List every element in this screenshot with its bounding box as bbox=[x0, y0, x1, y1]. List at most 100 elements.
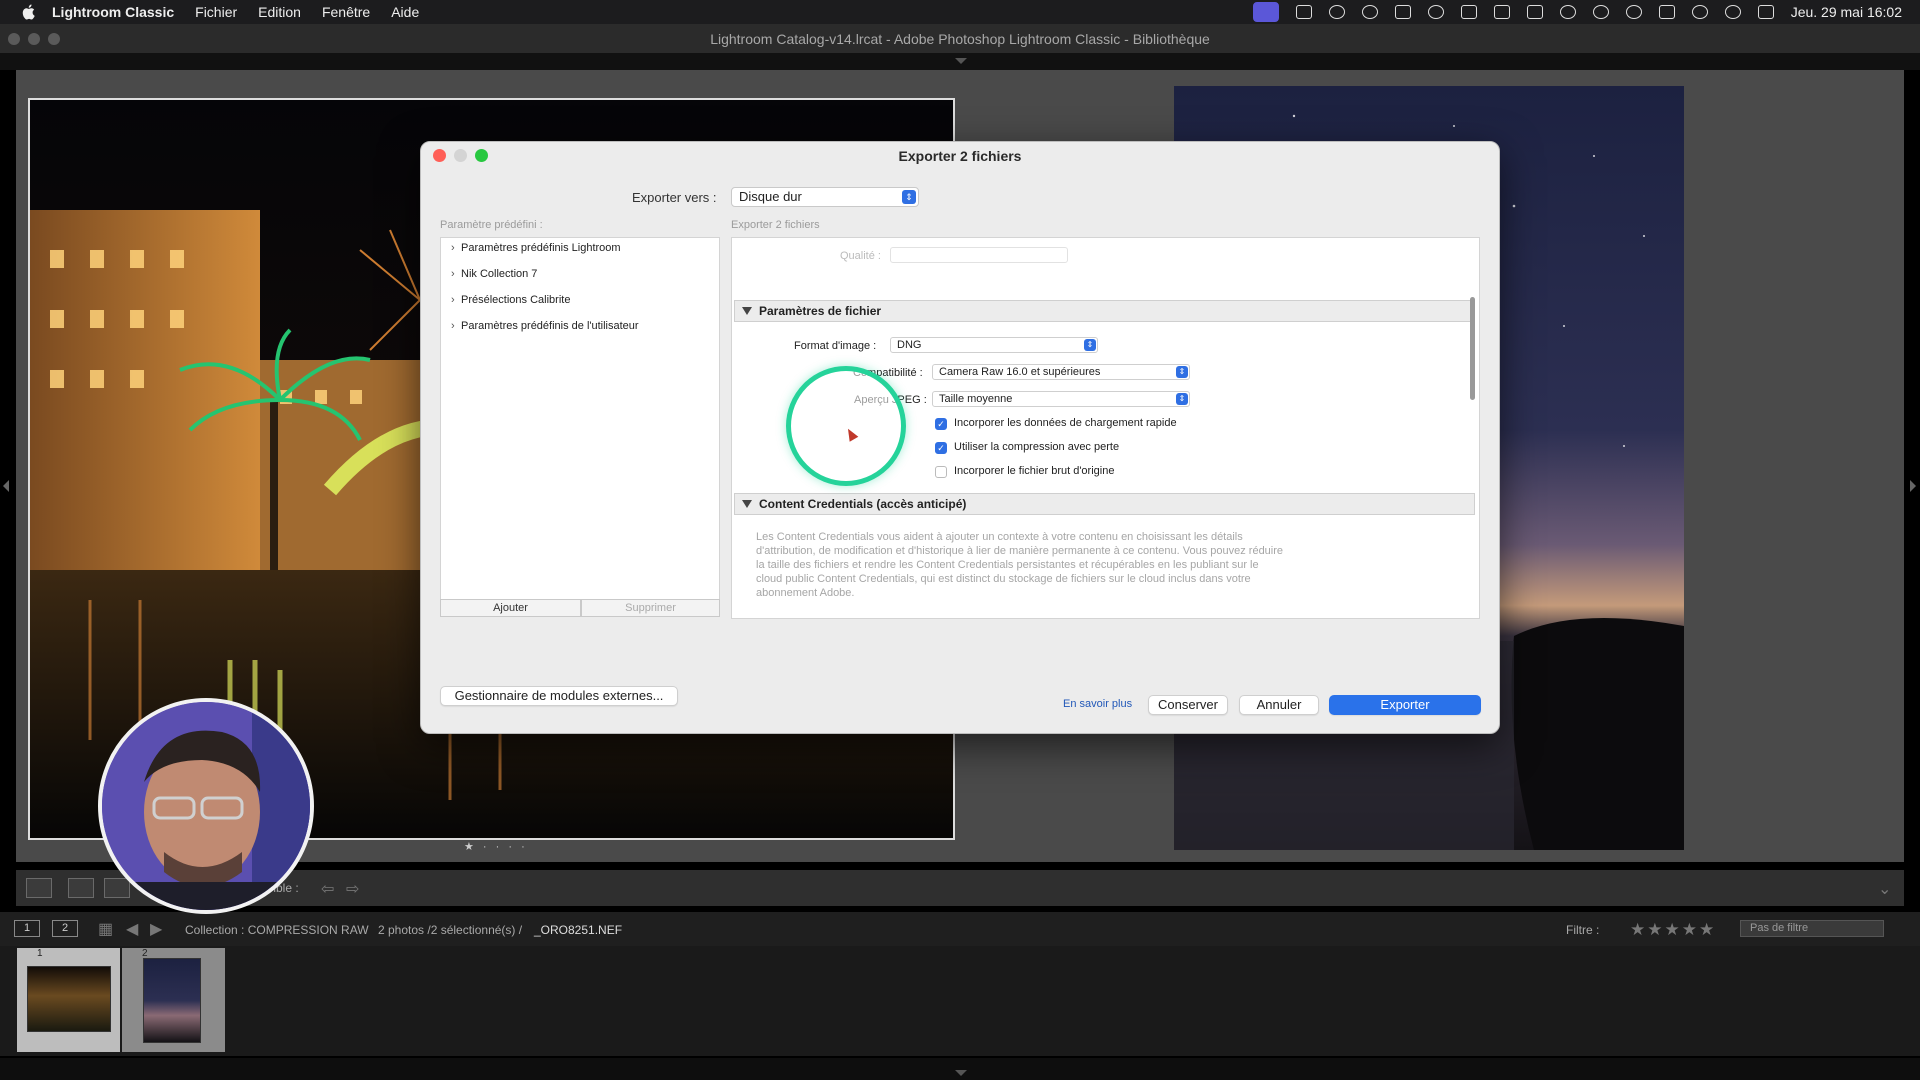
camera-icon[interactable] bbox=[1295, 5, 1312, 19]
export-button[interactable]: Exporter bbox=[1329, 695, 1481, 715]
window-title: Lightroom Catalog-v14.lrcat - Adobe Phot… bbox=[710, 31, 1210, 47]
right-panel-toggle-icon[interactable] bbox=[1910, 480, 1916, 492]
disclosure-chevron-icon[interactable]: › bbox=[451, 242, 461, 254]
webcam-overlay bbox=[98, 698, 314, 914]
fast-load-checkbox[interactable]: ✓ bbox=[935, 418, 947, 430]
preset-list[interactable]: › Paramètres prédéfinis Lightroom › Nik Co… bbox=[440, 237, 720, 600]
export-to-label: Exporter vers : bbox=[632, 190, 717, 205]
tools-icon[interactable] bbox=[1493, 5, 1510, 19]
bottom-panel-collapsed[interactable] bbox=[0, 1058, 1920, 1080]
filmstrip-thumb[interactable]: 2 bbox=[122, 948, 225, 1052]
current-filename[interactable]: _ORO8251.NEF bbox=[534, 923, 622, 937]
screen-record-icon[interactable] bbox=[1252, 2, 1279, 22]
wifi-icon[interactable] bbox=[1691, 5, 1708, 19]
play-icon[interactable] bbox=[1328, 5, 1345, 19]
jpeg-preview-value: Taille moyenne bbox=[939, 393, 1013, 405]
control-center-icon[interactable] bbox=[1757, 5, 1774, 19]
clock-icon[interactable] bbox=[1625, 5, 1642, 19]
menu-aide[interactable]: Aide bbox=[391, 4, 419, 20]
second-screen-button[interactable]: 2 bbox=[52, 920, 78, 937]
embed-original-label: Incorporer le fichier brut d'origine bbox=[954, 465, 1115, 477]
apple-icon[interactable] bbox=[20, 3, 38, 21]
menu-edition[interactable]: Edition bbox=[258, 4, 301, 20]
thumb-image-stars bbox=[143, 958, 201, 1043]
export-to-select[interactable]: Disque dur ⇕ bbox=[731, 187, 919, 207]
back-arrow-icon[interactable]: ◀ bbox=[126, 919, 138, 939]
dialog-title: Exporter 2 fichiers bbox=[898, 148, 1022, 164]
menu-app-name[interactable]: Lightroom Classic bbox=[52, 4, 174, 20]
menu-fichier[interactable]: Fichier bbox=[195, 4, 237, 20]
creative-cloud-icon[interactable] bbox=[1427, 5, 1444, 19]
content-credentials-title: Content Credentials (accès anticipé) bbox=[759, 497, 967, 511]
section-collapse-icon[interactable] bbox=[742, 307, 752, 315]
user-icon[interactable] bbox=[1559, 5, 1576, 19]
search-icon[interactable] bbox=[1724, 5, 1741, 19]
menu-clock[interactable]: Jeu. 29 mai 16:02 bbox=[1791, 4, 1902, 20]
preset-label: Nik Collection 7 bbox=[461, 268, 538, 280]
settings-scrollbar[interactable] bbox=[1470, 297, 1475, 400]
forward-arrow-icon[interactable]: ▶ bbox=[150, 919, 162, 939]
jpeg-preview-select[interactable]: Taille moyenne ⇕ bbox=[932, 391, 1190, 407]
export-dialog: Exporter 2 fichiers Exporter vers : Disq… bbox=[420, 141, 1500, 734]
fast-load-label: Incorporer les données de chargement rap… bbox=[954, 417, 1177, 429]
menu-fenetre[interactable]: Fenêtre bbox=[322, 4, 370, 20]
loupe-view-button[interactable] bbox=[68, 878, 94, 898]
preset-group-calibrite[interactable]: › Présélections Calibrite bbox=[451, 294, 570, 306]
battery-icon[interactable] bbox=[1658, 5, 1675, 19]
toolbar-menu-chevron-icon[interactable]: ⌄ bbox=[1878, 879, 1891, 899]
preset-group-user[interactable]: › Paramètres prédéfinis de l'utilisateur bbox=[451, 320, 639, 332]
disclosure-chevron-icon[interactable]: › bbox=[451, 294, 461, 306]
save-preset-button[interactable]: Conserver bbox=[1148, 695, 1228, 715]
top-panel-collapsed[interactable] bbox=[0, 54, 1920, 70]
compatibility-select[interactable]: Camera Raw 16.0 et supérieures ⇕ bbox=[932, 364, 1190, 380]
collapse-top-icon[interactable] bbox=[955, 58, 967, 64]
format-select[interactable]: DNG ⇕ bbox=[890, 337, 1098, 353]
w-icon[interactable] bbox=[1361, 5, 1378, 19]
cancel-button[interactable]: Annuler bbox=[1239, 695, 1319, 715]
main-screen-button[interactable]: 1 bbox=[14, 920, 40, 937]
next-arrow-icon[interactable]: ⇨ bbox=[346, 879, 359, 899]
grid-view-button[interactable] bbox=[26, 878, 52, 898]
presenter-face-image bbox=[102, 702, 310, 910]
collapse-bottom-icon[interactable] bbox=[955, 1070, 967, 1076]
lossy-compression-checkbox[interactable]: ✓ bbox=[935, 442, 947, 454]
quality-select-disabled bbox=[890, 247, 1068, 263]
filmstrip-thumb[interactable]: 1 bbox=[17, 948, 120, 1052]
file-settings-section-header[interactable]: Paramètres de fichier bbox=[734, 300, 1475, 322]
page-indicator: ★ · · · · bbox=[464, 841, 528, 853]
window-title-bar: Lightroom Catalog-v14.lrcat - Adobe Phot… bbox=[0, 24, 1920, 54]
window-icon[interactable] bbox=[1526, 5, 1543, 19]
premiere-icon[interactable] bbox=[1394, 5, 1411, 19]
section-collapse-icon[interactable] bbox=[742, 500, 752, 508]
plugin-manager-button[interactable]: Gestionnaire de modules externes... bbox=[440, 686, 678, 706]
notes-icon[interactable] bbox=[1460, 5, 1477, 19]
disclosure-chevron-icon[interactable]: › bbox=[451, 320, 461, 332]
filter-preset-select[interactable]: Pas de filtre bbox=[1740, 920, 1884, 937]
disclosure-chevron-icon[interactable]: › bbox=[451, 268, 461, 280]
media-icon[interactable] bbox=[1592, 5, 1609, 19]
format-label: Format d'image : bbox=[794, 340, 877, 352]
embed-original-checkbox[interactable] bbox=[935, 466, 947, 478]
preset-label: Paramètres prédéfinis Lightroom bbox=[461, 242, 621, 254]
thumb-index: 1 bbox=[37, 948, 43, 959]
preset-label: Paramètre prédéfini : bbox=[440, 219, 543, 231]
popup-chevron-icon: ⇕ bbox=[902, 190, 916, 204]
filmstrip-header: 1 2 ▦ ◀ ▶ Collection : COMPRESSION RAW 2… bbox=[0, 912, 1920, 946]
add-preset-button[interactable]: Ajouter bbox=[440, 599, 581, 617]
preset-group-lightroom[interactable]: › Paramètres prédéfinis Lightroom bbox=[451, 242, 621, 254]
content-credentials-section-header[interactable]: Content Credentials (accès anticipé) bbox=[734, 493, 1475, 515]
selection-count: 2 photos /2 sélectionné(s) / bbox=[378, 923, 523, 937]
filmstrip: 1 2 bbox=[0, 946, 1920, 1056]
remove-preset-button: Supprimer bbox=[581, 599, 720, 617]
collection-source[interactable]: Collection : COMPRESSION RAW bbox=[185, 923, 369, 937]
format-value: DNG bbox=[897, 339, 922, 351]
preset-group-nik[interactable]: › Nik Collection 7 bbox=[451, 268, 537, 280]
previous-arrow-icon[interactable]: ⇦ bbox=[321, 879, 334, 899]
grid-icon[interactable]: ▦ bbox=[98, 919, 113, 939]
learn-more-link[interactable]: En savoir plus bbox=[1063, 698, 1132, 710]
lossy-compression-label: Utiliser la compression avec perte bbox=[954, 441, 1120, 453]
compare-view-button[interactable] bbox=[104, 878, 130, 898]
rating-filter-stars[interactable]: ★★★★★ bbox=[1630, 920, 1716, 940]
export-count-caption: Exporter 2 fichiers bbox=[731, 219, 820, 231]
left-panel-toggle-icon[interactable] bbox=[3, 480, 9, 492]
